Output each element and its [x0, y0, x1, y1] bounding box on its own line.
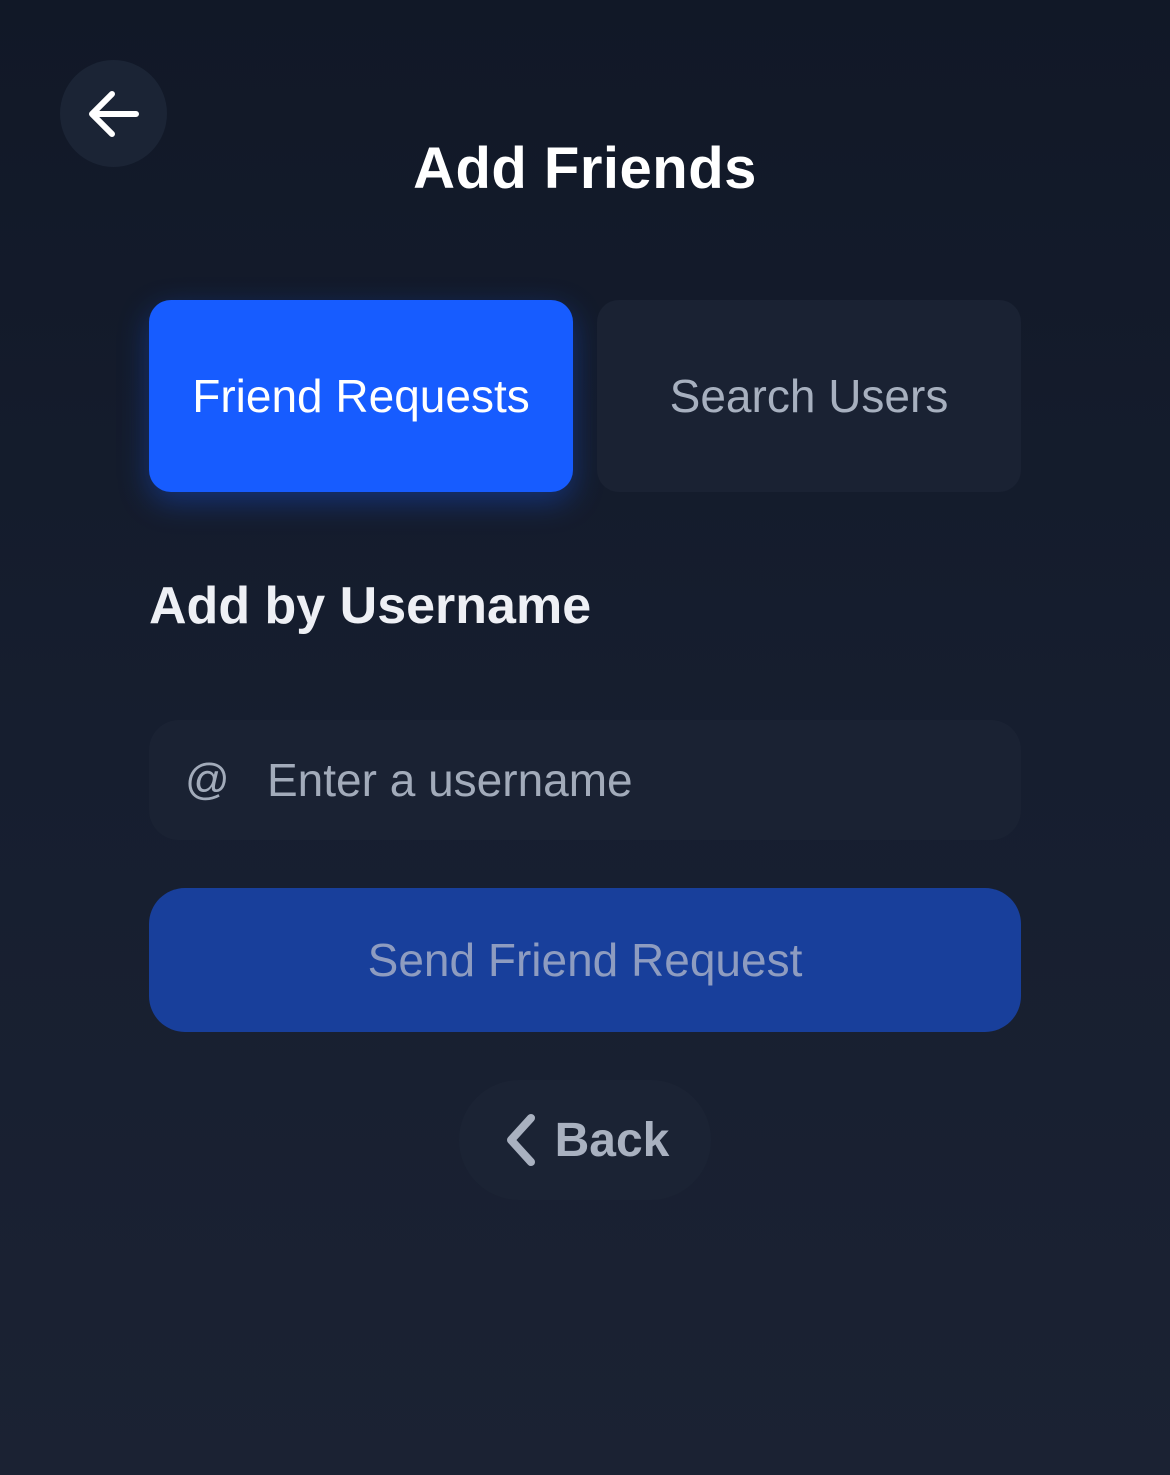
page-title: Add Friends — [413, 136, 757, 201]
chevron-left-icon — [506, 1114, 535, 1166]
username-input[interactable] — [267, 720, 987, 840]
section-heading: Add by Username — [149, 577, 592, 635]
send-button-label: Send Friend Request — [367, 934, 803, 986]
back-button-label: Back — [554, 1113, 670, 1167]
tab-label: Search Users — [669, 370, 949, 422]
tab-label: Friend Requests — [192, 370, 530, 422]
at-prefix: @ — [185, 755, 230, 804]
username-field[interactable]: @ — [149, 720, 1021, 840]
tab-friend-requests[interactable]: Friend Requests — [149, 300, 573, 492]
tab-search-users[interactable]: Search Users — [597, 300, 1021, 492]
back-button[interactable]: Back — [459, 1080, 711, 1200]
send-friend-request-button[interactable]: Send Friend Request — [149, 888, 1021, 1032]
